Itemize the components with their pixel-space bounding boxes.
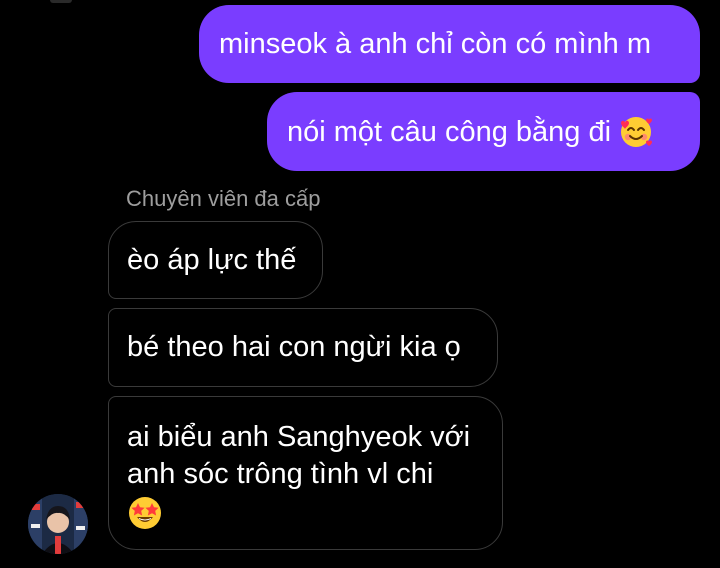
outgoing-message-bubble[interactable]: nói một câu công bằng đi xyxy=(267,92,700,171)
star-struck-icon xyxy=(127,495,163,531)
incoming-message-bubble[interactable]: bé theo hai con ngừi kia ọ xyxy=(108,308,498,387)
incoming-message-bubble[interactable]: ai biểu anh Sanghyeok với anh sóc trông … xyxy=(108,396,503,550)
message-text-line-2: anh sóc trông tình vl chi xyxy=(127,458,434,490)
sender-avatar[interactable] xyxy=(28,494,88,554)
message-text: èo áp lực thế xyxy=(127,243,297,276)
message-text-line-1: ai biểu anh Sanghyeok với xyxy=(127,421,471,453)
message-text: nói một câu công bằng đi xyxy=(287,115,612,148)
message-text: bé theo hai con ngừi kia ọ xyxy=(127,331,461,363)
previous-message-edge xyxy=(50,0,72,3)
sender-name: Chuyên viên đa cấp xyxy=(126,186,321,211)
incoming-message-bubble[interactable]: èo áp lực thế xyxy=(108,221,323,299)
outgoing-message-bubble[interactable]: minseok à anh chỉ còn có mình m xyxy=(199,5,700,83)
message-text: minseok à anh chỉ còn có mình m xyxy=(219,28,651,60)
smiling-face-with-hearts-icon xyxy=(619,115,653,149)
